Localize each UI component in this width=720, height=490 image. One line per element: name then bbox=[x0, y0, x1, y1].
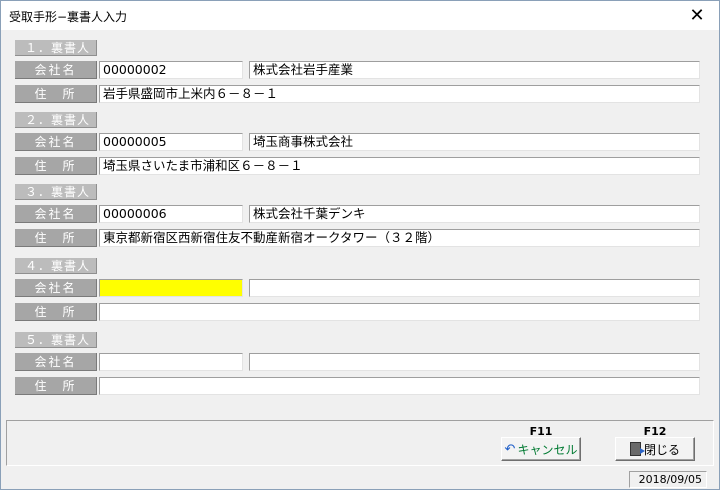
endorser-1-code-field[interactable]: 00000002 bbox=[99, 61, 243, 79]
close-icon[interactable]: ✕ bbox=[675, 1, 719, 30]
exit-door-icon bbox=[629, 442, 645, 456]
close-button-label: 閉じる bbox=[643, 442, 680, 457]
endorser-2-heading: ２．裏書人 bbox=[15, 112, 97, 128]
endorser-5-company-label: 会社名 bbox=[15, 353, 97, 371]
title-bar: 受取手形−裏書人入力 ✕ bbox=[1, 1, 719, 30]
endorser-1-address-field[interactable]: 岩手県盛岡市上米内６－８－１ bbox=[99, 85, 700, 103]
endorser-1-address-label: 住 所 bbox=[15, 85, 97, 103]
endorser-input-window: 受取手形−裏書人入力 ✕ １．裏書人 会社名 00000002 株式会社岩手産業… bbox=[0, 0, 720, 490]
status-bar: 2018/09/05 bbox=[1, 470, 719, 489]
window-title: 受取手形−裏書人入力 bbox=[9, 10, 128, 24]
endorser-1-company-label: 会社名 bbox=[15, 61, 97, 79]
undo-icon: ↶ bbox=[504, 441, 516, 457]
endorser-4-company-label: 会社名 bbox=[15, 279, 97, 297]
endorser-2-company-label: 会社名 bbox=[15, 133, 97, 151]
endorser-5-company-field[interactable] bbox=[249, 353, 700, 371]
endorser-2-address-field[interactable]: 埼玉県さいたま市浦和区６－８－１ bbox=[99, 157, 700, 175]
endorser-4-code-field[interactable] bbox=[99, 279, 243, 297]
close-button[interactable]: 閉じる bbox=[615, 437, 695, 461]
endorser-form: １．裏書人 会社名 00000002 株式会社岩手産業 住 所 岩手県盛岡市上米… bbox=[6, 34, 714, 415]
endorser-3-company-label: 会社名 bbox=[15, 205, 97, 223]
endorser-4-address-label: 住 所 bbox=[15, 303, 97, 321]
endorser-3-company-field[interactable]: 株式会社千葉デンキ bbox=[249, 205, 700, 223]
endorser-5-heading: ５．裏書人 bbox=[15, 332, 97, 348]
endorser-5-address-field[interactable] bbox=[99, 377, 700, 395]
endorser-3-code-field[interactable]: 00000006 bbox=[99, 205, 243, 223]
endorser-2-company-field[interactable]: 埼玉商事株式会社 bbox=[249, 133, 700, 151]
cancel-button[interactable]: ↶ キャンセル bbox=[501, 437, 581, 461]
endorser-3-address-field[interactable]: 東京都新宿区西新宿住友不動産新宿オークタワー（３２階） bbox=[99, 229, 700, 247]
endorser-1-company-field[interactable]: 株式会社岩手産業 bbox=[249, 61, 700, 79]
endorser-3-address-label: 住 所 bbox=[15, 229, 97, 247]
endorser-2-code-field[interactable]: 00000005 bbox=[99, 133, 243, 151]
cancel-button-label: キャンセル bbox=[517, 442, 578, 457]
function-key-panel: F11 ↶ キャンセル F12 閉じる bbox=[6, 420, 714, 466]
endorser-1-heading: １．裏書人 bbox=[15, 40, 97, 56]
endorser-4-heading: ４．裏書人 bbox=[15, 258, 97, 274]
endorser-2-address-label: 住 所 bbox=[15, 157, 97, 175]
endorser-4-company-field[interactable] bbox=[249, 279, 700, 297]
endorser-5-code-field[interactable] bbox=[99, 353, 243, 371]
endorser-5-address-label: 住 所 bbox=[15, 377, 97, 395]
endorser-4-address-field[interactable] bbox=[99, 303, 700, 321]
endorser-3-heading: ３．裏書人 bbox=[15, 184, 97, 200]
status-date: 2018/09/05 bbox=[629, 471, 707, 488]
